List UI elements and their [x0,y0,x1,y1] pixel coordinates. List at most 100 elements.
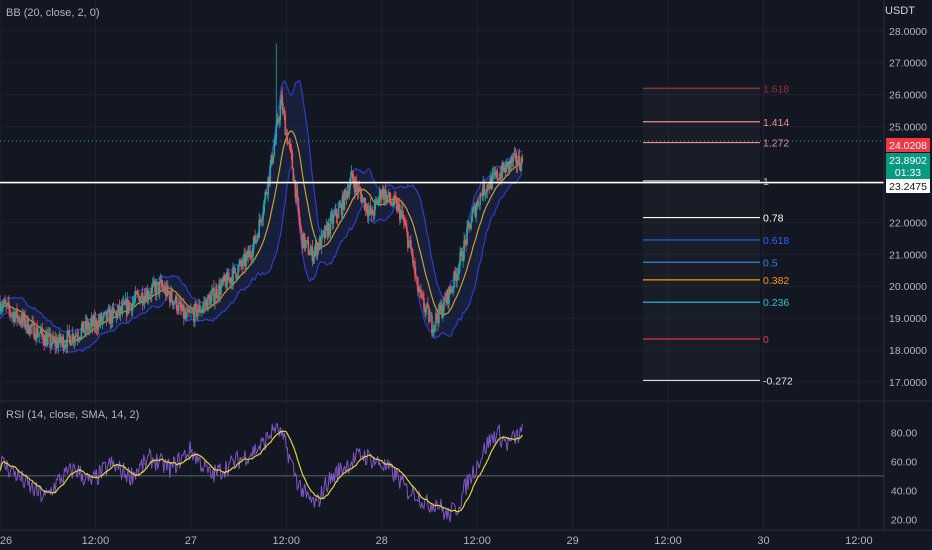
candle-body [390,202,393,206]
candle-body [358,187,361,190]
candle-body [400,212,402,220]
candle-body [112,307,115,311]
candle-body [95,319,98,329]
candle-body [60,341,63,343]
candle-body [101,318,104,323]
candle-body [434,324,436,326]
candle-body [24,314,26,328]
candle-body [63,345,66,350]
candle-body [462,259,464,262]
candle-body [151,284,154,288]
candle-body [371,209,374,215]
candle-body [188,308,190,313]
candle-body [158,281,161,293]
candle-body [297,197,300,212]
price-tick-label: 18.0000 [889,345,927,357]
time-tick-label: 12:00 [845,535,873,547]
candle-body [224,275,226,281]
candle-body [425,308,427,312]
candle-body [199,304,201,313]
candle-body [141,292,144,304]
candle-body [0,308,2,311]
candle-body [308,254,311,256]
candle-body [242,257,244,267]
candle-body [415,274,417,278]
fib-level-label: -0.272 [763,375,793,387]
candle-body [240,260,242,266]
candle-body [470,221,472,229]
candle-body [37,335,39,337]
candle-body [80,327,83,337]
candle-body [278,119,281,123]
candle-body [273,145,276,157]
candle-body [220,285,222,295]
candle-body [359,189,362,195]
candle-body [332,215,335,224]
line-price-text: 23.2475 [889,181,927,193]
candle-body [466,226,468,245]
candle-body [300,228,303,235]
candle-body [211,291,213,296]
candle-body [189,312,191,313]
candle-body [1,307,3,309]
candle-body [442,310,444,317]
candle-body [344,189,347,193]
fib-level-label: 0.78 [763,213,784,225]
candle-body [361,198,364,203]
candle-body [57,342,60,348]
candle-body [436,313,438,319]
candle-body [166,284,169,292]
candle-body [451,288,453,293]
chart-canvas: 1.6181.4141.27210.780.6180.50.3820.2360-… [0,0,932,550]
fib-level-label: 1.618 [763,83,789,95]
candle-body [245,256,247,267]
candle-body [202,306,204,310]
candle-body [496,170,499,180]
currency-label[interactable]: USDT [885,5,915,17]
candle-body [258,219,260,238]
candle-body [515,153,518,166]
candle-body [279,104,282,120]
candle-body [349,176,352,186]
candle-body [457,274,459,275]
candle-body [150,287,153,296]
rsi-tick-label: 40.00 [891,485,917,497]
candle-body [269,165,272,182]
candle-body [289,143,292,148]
candle-body [147,296,150,299]
rsi-indicator-label[interactable]: RSI (14, close, SMA, 14, 2) [6,409,139,421]
candle-body [420,288,422,294]
bb-indicator-label[interactable]: BB (20, close, 2, 0) [6,7,100,19]
candle-body [197,311,199,317]
candle-body [456,274,458,281]
candle-body [41,327,43,335]
candle-body [329,216,332,234]
candle-body [137,294,140,297]
fib-level-label: 1.272 [763,138,789,150]
candle-body [422,295,424,298]
candle-body [518,156,521,167]
time-tick-label: 29 [566,535,578,547]
candle-body [403,218,405,223]
green-price-text: 23.8902 [889,155,927,167]
price-tick-label: 20.0000 [889,281,927,293]
candle-body [463,240,465,260]
candle-body [236,276,238,279]
fib-level-label: 0 [763,334,769,346]
candle-body [217,297,219,299]
candle-body [487,184,490,189]
candle-body [102,314,105,319]
candle-body [259,219,261,222]
candle-body [421,293,423,296]
candle-body [296,188,299,198]
candle-body [365,203,368,212]
candle-body [398,204,400,206]
countdown-text: 01:33 [895,167,921,179]
candle-body [306,240,309,242]
time-tick-label: 12:00 [273,535,301,547]
candle-body [161,286,164,288]
candle-body [417,278,419,292]
candle-body [432,331,434,333]
candle-body [79,336,82,339]
candle-body [234,267,236,273]
